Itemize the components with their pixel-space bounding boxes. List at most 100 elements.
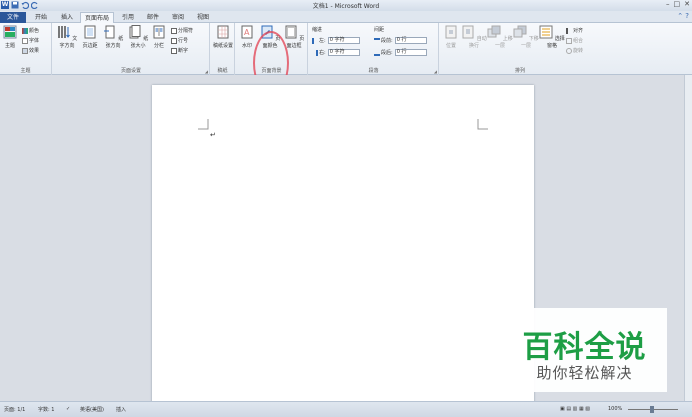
spacing-after-row: 段后: 0 行 — [374, 49, 427, 56]
themes-button[interactable]: 主题 — [2, 25, 18, 49]
paragraph-mark-icon: ↵ — [210, 131, 216, 139]
watermark-button[interactable]: A 水印 — [238, 25, 256, 49]
zoom-slider[interactable] — [628, 406, 678, 413]
group-objects-label: 组合 — [573, 38, 584, 44]
group-label-themes: 主题 — [20, 68, 31, 74]
status-bar: 页面: 1/1 字数: 1 ✓ 英语(美国) 插入 ▣ ▤ ▥ ▦ ▧ 100% — [0, 401, 692, 417]
page-borders-icon — [285, 25, 297, 39]
status-zoom[interactable]: 100% — [608, 406, 622, 412]
breaks-icon — [171, 27, 177, 34]
manuscript-settings-button[interactable]: 稿纸设置 — [213, 25, 233, 49]
group-objects-button[interactable]: 组合 — [566, 37, 583, 44]
proofing-icon[interactable]: ✓ — [66, 406, 70, 412]
text-direction-icon — [58, 26, 70, 38]
help-icon[interactable]: ⌃ ? — [677, 12, 689, 20]
site-watermark: 百科全说 助你轻松解决 — [502, 308, 667, 392]
indent-right-label: 右: — [319, 50, 326, 56]
group-arrange: 位置 自动换行 上移一层 下移一层 选择窗格 对齐 组合 旋转 排列 — [440, 23, 600, 75]
indent-left-row: 左: 0 字符 — [312, 37, 360, 44]
watermark-icon: A — [241, 25, 253, 39]
manuscript-settings-label: 稿纸设置 — [213, 43, 234, 49]
margins-button[interactable]: 页边距 — [80, 25, 100, 49]
selection-pane-button[interactable]: 选择窗格 — [539, 25, 565, 49]
columns-button[interactable]: 分栏 — [151, 25, 167, 49]
columns-label: 分栏 — [153, 43, 164, 49]
position-icon — [445, 25, 457, 39]
tab-insert[interactable]: 插入 — [56, 12, 78, 23]
spacing-after-input[interactable]: 0 行 — [394, 49, 427, 56]
status-page[interactable]: 页面: 1/1 — [4, 406, 25, 413]
spacing-before-icon — [374, 37, 380, 44]
manuscript-icon — [217, 25, 229, 39]
svg-text:A: A — [244, 28, 250, 37]
tab-page-layout[interactable]: 页面布局 — [80, 12, 114, 23]
view-buttons-icon[interactable]: ▣ ▤ ▥ ▦ ▧ — [560, 406, 590, 412]
group-manuscript: 稿纸设置 稿纸 — [211, 23, 235, 75]
themes-icon — [3, 25, 17, 39]
align-label: 对齐 — [573, 28, 584, 34]
bring-forward-icon — [487, 25, 501, 38]
spacing-before-input[interactable]: 0 行 — [394, 37, 427, 44]
status-words[interactable]: 字数: 1 — [38, 406, 54, 413]
group-themes: 主题 颜色 字体 效果 主题 — [0, 23, 52, 75]
watermark-label: 水印 — [241, 43, 252, 49]
send-backward-button[interactable]: 下移一层 — [513, 25, 539, 49]
indent-right-input[interactable]: 0 字符 — [327, 49, 360, 56]
spacing-heading: 间距 — [374, 27, 385, 33]
window-controls: – □ ✕ — [666, 0, 690, 8]
page-setup-launcher-icon[interactable]: ◢ — [205, 69, 208, 74]
line-numbers-button[interactable]: 行号 — [171, 37, 188, 44]
send-backward-icon — [513, 25, 527, 38]
wrap-text-button[interactable]: 自动换行 — [461, 25, 487, 49]
group-label-page-setup: 页面设置 — [120, 68, 141, 74]
hyphenation-icon — [171, 47, 177, 54]
colors-icon — [22, 27, 28, 34]
tab-file[interactable]: 文件 — [0, 12, 26, 23]
margins-label: 页边距 — [82, 43, 98, 49]
hyphenation-button[interactable]: 断字 — [171, 47, 188, 54]
indent-right-icon — [312, 49, 318, 56]
status-language[interactable]: 英语(美国) — [80, 406, 104, 413]
watermark-line2: 助你轻松解决 — [536, 364, 633, 382]
status-mode[interactable]: 插入 — [116, 406, 126, 413]
columns-icon — [153, 25, 165, 39]
group-label-arrange: 排列 — [514, 68, 525, 74]
text-direction-button[interactable]: 文字方向 — [55, 25, 79, 49]
tab-review[interactable]: 审阅 — [167, 12, 189, 23]
rotate-label: 旋转 — [573, 48, 584, 54]
group-page-setup: 文字方向 页边距 纸张方向 纸张大小 分栏 分隔符 行号 断字 页面设置 ◢ — [53, 23, 210, 75]
spacing-after-icon — [374, 50, 380, 56]
bring-forward-button[interactable]: 上移一层 — [487, 25, 513, 49]
theme-effects-button[interactable]: 效果 — [22, 47, 39, 54]
tab-home[interactable]: 开始 — [30, 12, 52, 23]
fonts-icon — [22, 37, 28, 44]
indent-left-icon — [312, 37, 318, 44]
orientation-icon — [103, 25, 115, 39]
position-button[interactable]: 位置 — [442, 25, 460, 49]
maximize-icon[interactable]: □ — [674, 0, 681, 8]
align-button[interactable]: 对齐 — [566, 27, 583, 34]
breaks-label: 分隔符 — [178, 28, 194, 34]
line-numbers-icon — [171, 37, 177, 44]
zoom-slider-knob[interactable] — [650, 406, 654, 413]
minimize-icon[interactable]: – — [666, 0, 670, 8]
theme-fonts-button[interactable]: 字体 — [22, 37, 39, 44]
tab-view[interactable]: 视图 — [192, 12, 214, 23]
line-numbers-label: 行号 — [178, 38, 189, 44]
title-bar: W 文档1 - Microsoft Word – □ ✕ — [0, 0, 692, 11]
breaks-button[interactable]: 分隔符 — [171, 27, 193, 34]
paragraph-launcher-icon[interactable]: ◢ — [434, 69, 437, 74]
margins-icon — [84, 25, 96, 39]
orientation-button[interactable]: 纸张方向 — [101, 25, 125, 49]
vertical-scrollbar[interactable] — [684, 75, 692, 401]
tab-mailings[interactable]: 邮件 — [142, 12, 164, 23]
theme-colors-button[interactable]: 颜色 — [22, 27, 39, 34]
tab-references[interactable]: 引用 — [117, 12, 139, 23]
watermark-line1: 百科全说 — [522, 330, 647, 365]
size-button[interactable]: 纸张大小 — [126, 25, 150, 49]
indent-left-input[interactable]: 0 字符 — [327, 37, 360, 44]
rotate-button[interactable]: 旋转 — [566, 47, 583, 54]
close-icon[interactable]: ✕ — [684, 0, 690, 8]
ribbon: 主题 颜色 字体 效果 主题 文字方向 页边距 纸张方向 纸张大小 分栏 分隔符… — [0, 23, 692, 95]
crop-mark-top-left-icon — [198, 119, 209, 130]
